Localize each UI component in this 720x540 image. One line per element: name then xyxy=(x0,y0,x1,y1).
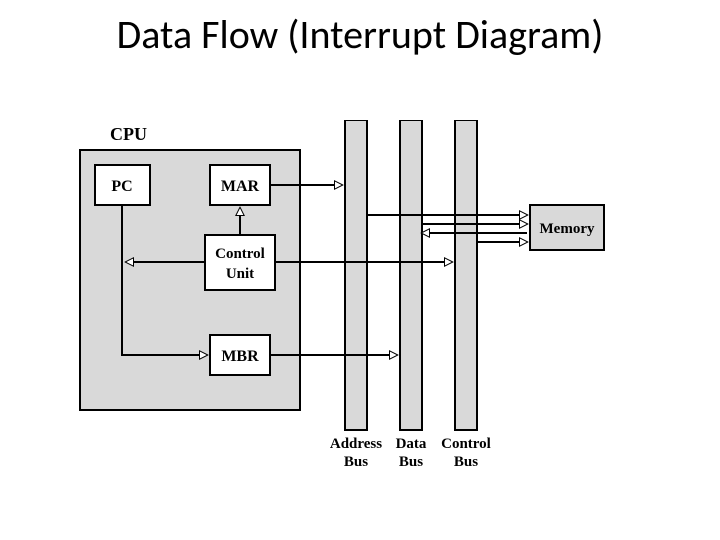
data-bus-label-line1: Data xyxy=(396,436,427,452)
memory-label: Memory xyxy=(540,221,595,237)
control-bus: Control Bus xyxy=(441,120,491,470)
mar-block: MAR xyxy=(210,165,270,205)
mbr-block: MBR xyxy=(210,335,270,375)
control-bus-label-line1: Control xyxy=(441,436,491,452)
page-title: Data Flow (Interrupt Diagram) xyxy=(0,10,720,59)
control-unit-label-line2: Unit xyxy=(226,266,254,282)
control-unit-label-line1: Control xyxy=(215,246,265,262)
cpu-label: CPU xyxy=(110,124,147,144)
mar-label: MAR xyxy=(221,178,260,195)
control-unit-block: Control Unit xyxy=(205,235,275,290)
data-bus-label-line2: Bus xyxy=(399,454,423,470)
address-bus-label-line1: Address xyxy=(330,436,382,452)
pc-block: PC xyxy=(95,165,150,205)
address-bus: Address Bus xyxy=(330,120,382,470)
interrupt-data-flow-diagram: CPU PC MAR Control Unit MBR Address Bus xyxy=(60,120,620,520)
pc-label: PC xyxy=(111,178,132,195)
address-bus-label-line2: Bus xyxy=(344,454,368,470)
control-bus-label-line2: Bus xyxy=(454,454,478,470)
memory-block: Memory xyxy=(530,205,604,250)
mbr-label: MBR xyxy=(221,348,259,365)
data-bus: Data Bus xyxy=(396,120,427,470)
